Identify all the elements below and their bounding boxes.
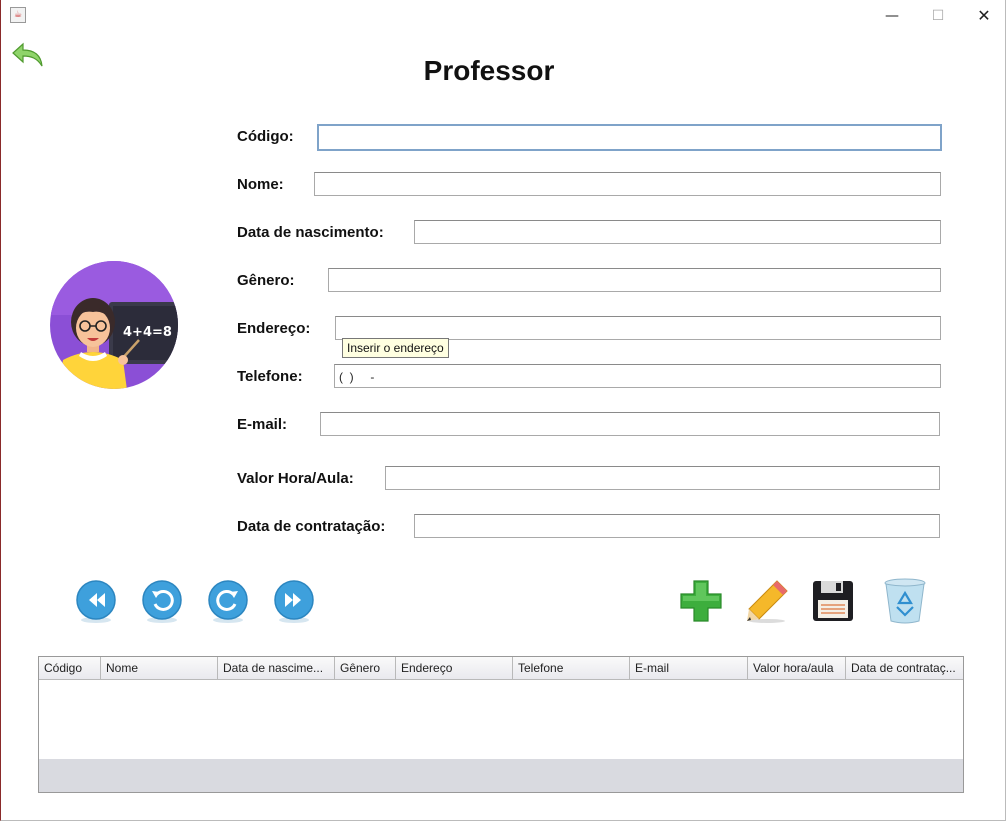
next-record-icon[interactable]	[207, 580, 249, 624]
recycle-bin-icon[interactable]	[881, 577, 929, 625]
endereco-label: Endereço:	[237, 320, 311, 337]
genero-label: Gênero:	[237, 272, 295, 289]
column-header-nascimento[interactable]: Data de nascime...	[218, 657, 335, 679]
column-header-email[interactable]: E-mail	[630, 657, 748, 679]
close-button[interactable]: ✕	[961, 2, 1006, 30]
codigo-label: Código:	[237, 128, 294, 145]
application-window: ☕ — ☐ ✕ Professor Código: Nome: Data de …	[0, 0, 1006, 821]
table-empty-area	[39, 759, 963, 792]
column-header-telefone[interactable]: Telefone	[513, 657, 630, 679]
teacher-avatar-icon: 4+4=8	[50, 261, 178, 389]
column-header-contratacao[interactable]: Data de contrataç...	[846, 657, 963, 679]
valor-label: Valor Hora/Aula:	[237, 470, 354, 487]
last-record-icon[interactable]	[273, 580, 315, 624]
contratacao-input[interactable]	[414, 514, 940, 538]
telefone-label: Telefone:	[237, 368, 303, 385]
first-record-icon[interactable]	[75, 580, 117, 624]
nascimento-input[interactable]	[414, 220, 941, 244]
back-arrow-icon[interactable]	[11, 42, 45, 70]
telefone-input[interactable]	[334, 364, 941, 388]
previous-record-icon[interactable]	[141, 580, 183, 624]
maximize-button[interactable]: ☐	[915, 2, 961, 30]
table-header: Código Nome Data de nascime... Gênero En…	[39, 657, 963, 680]
column-header-valor[interactable]: Valor hora/aula	[748, 657, 846, 679]
endereco-tooltip: Inserir o endereço	[342, 338, 449, 358]
genero-input[interactable]	[328, 268, 941, 292]
title-bar: ☕ — ☐ ✕	[1, 0, 1006, 30]
column-header-genero[interactable]: Gênero	[335, 657, 396, 679]
valor-input[interactable]	[385, 466, 940, 490]
email-input[interactable]	[320, 412, 940, 436]
contratacao-label: Data de contratação:	[237, 518, 386, 535]
professor-table[interactable]: Código Nome Data de nascime... Gênero En…	[38, 656, 964, 793]
column-header-endereco[interactable]: Endereço	[396, 657, 513, 679]
email-label: E-mail:	[237, 416, 288, 433]
board-text: 4+4=8	[123, 325, 172, 340]
column-header-codigo[interactable]: Código	[39, 657, 101, 679]
column-header-nome[interactable]: Nome	[101, 657, 218, 679]
java-app-icon: ☕	[10, 7, 26, 23]
nome-input[interactable]	[314, 172, 941, 196]
edit-pencil-icon[interactable]	[743, 577, 791, 625]
endereco-input[interactable]	[335, 316, 941, 340]
save-disk-icon[interactable]	[809, 577, 857, 625]
nome-label: Nome:	[237, 176, 284, 193]
nascimento-label: Data de nascimento:	[237, 224, 384, 241]
minimize-button[interactable]: —	[869, 2, 915, 30]
table-body[interactable]	[39, 680, 963, 759]
add-plus-icon[interactable]	[677, 577, 725, 625]
page-title: Professor	[423, 55, 555, 86]
codigo-input[interactable]	[317, 124, 942, 151]
